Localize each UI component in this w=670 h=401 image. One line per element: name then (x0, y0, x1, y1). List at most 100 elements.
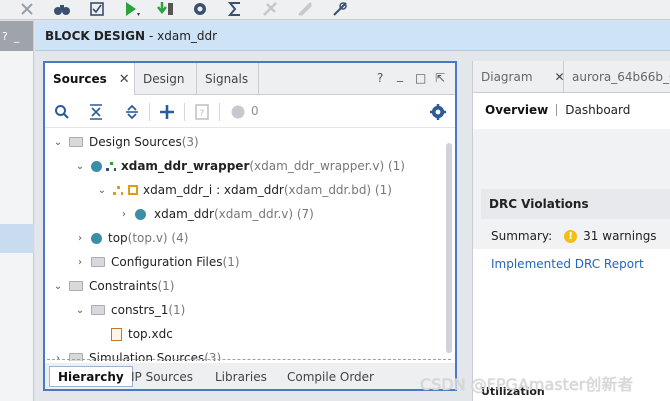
toolbar-divider (184, 103, 185, 121)
tree-meta: (1) (168, 303, 186, 317)
download-bitstream-icon[interactable] (155, 0, 175, 18)
help-icon[interactable]: ? (377, 71, 383, 85)
properties-icon: ? (193, 103, 211, 121)
tree-row-top[interactable]: › top (top.v) (4) (75, 226, 188, 250)
panel-divider (47, 359, 451, 360)
tree-meta: (top.v) (4) (127, 231, 189, 245)
tree-meta: (1) (157, 279, 175, 293)
tab-sources-label: Sources (53, 72, 107, 86)
maximize-icon[interactable]: □ (415, 71, 426, 85)
tree-label: xdam_ddr (154, 207, 214, 221)
scrollbar-thumb[interactable] (446, 143, 452, 353)
chevron-down-icon[interactable]: ⌄ (97, 185, 107, 196)
status-dot-icon (229, 103, 247, 121)
tab-sources[interactable]: Sources ✕ (45, 63, 135, 95)
sources-tab-bar: Sources ✕ Design Signals ? _ □ ⇱ (45, 63, 455, 95)
binoculars-icon[interactable] (52, 0, 72, 18)
tab-ip-sources[interactable]: IP Sources (123, 366, 201, 387)
folder-icon (69, 281, 83, 291)
subtab-overview[interactable]: Overview (485, 103, 548, 117)
tab-compile-order[interactable]: Compile Order (279, 366, 382, 387)
search-icon[interactable] (53, 103, 71, 121)
sources-bottom-tabs: Hierarchy IP Sources Libraries Compile O… (45, 363, 455, 389)
left-strip-header: ? _ (0, 21, 33, 51)
folder-icon (69, 137, 83, 147)
right-tab-bar: Diagram ✕ aurora_64b66b_0 (473, 61, 670, 93)
toolbar-divider (219, 103, 220, 121)
watermark: CSDN @FPGAmaster创新者 (420, 375, 634, 394)
svg-text:?: ? (200, 109, 205, 119)
ip-dot-icon (91, 232, 102, 244)
tree-row-constrs-1[interactable]: ⌄ constrs_1 (1) (75, 298, 186, 322)
tree-row-configuration-files[interactable]: › Configuration Files (1) (75, 250, 240, 274)
tree-row-top-xdc[interactable]: top.xdc (111, 322, 173, 346)
tab-signals-label: Signals (205, 72, 249, 86)
disabled-tool-icon (260, 0, 280, 18)
main-toolbar (0, 0, 670, 20)
tab-hierarchy[interactable]: Hierarchy (49, 366, 133, 387)
tab-libraries[interactable]: Libraries (207, 366, 275, 387)
hierarchy-icon (113, 185, 123, 195)
add-sources-icon[interactable] (158, 103, 176, 121)
tree-meta: (xdam_ddr_wrapper.v) (1) (249, 159, 405, 173)
minimize-icon[interactable]: _ (397, 68, 403, 82)
tree-meta: (xdam_ddr.bd) (1) (283, 183, 392, 197)
debug-probe-icon[interactable] (330, 0, 350, 18)
tab-diagram[interactable]: Diagram ✕ (481, 61, 565, 93)
right-panel: Diagram ✕ aurora_64b66b_0 Overview Dashb… (472, 61, 670, 401)
run-icon[interactable] (121, 0, 143, 18)
settings-gear-icon[interactable] (429, 103, 447, 121)
tab-aurora-label: aurora_64b66b_0 (572, 70, 670, 84)
tree-label: Constraints (89, 279, 158, 293)
tree-label: Configuration Files (111, 255, 223, 269)
tree-row-xdam-ddr-i[interactable]: ⌄ xdam_ddr_i : xdam_ddr (xdam_ddr.bd) (1… (97, 178, 392, 202)
chevron-right-icon[interactable]: › (119, 209, 129, 220)
tree-label: top (108, 231, 128, 245)
toolbar-divider (149, 103, 150, 121)
left-selected-item[interactable] (0, 224, 34, 253)
drc-summary: Summary: ! 31 warnings (491, 229, 657, 243)
chevron-down-icon[interactable]: ⌄ (75, 305, 85, 316)
sources-panel: Sources ✕ Design Signals ? _ □ ⇱ ? 0 ⌄ D… (43, 61, 457, 391)
disabled-edit-icon (295, 0, 315, 18)
tree-label: xdam_ddr_i : xdam_ddr (143, 183, 284, 197)
implemented-drc-report-link[interactable]: Implemented DRC Report (491, 257, 644, 271)
expand-all-icon[interactable] (123, 103, 141, 121)
drc-warnings-count: 31 warnings (583, 229, 657, 243)
vertical-scrollbar[interactable] (444, 133, 452, 357)
drc-summary-label: Summary: (491, 229, 553, 243)
block-design-icon (128, 185, 138, 195)
chevron-right-icon[interactable]: › (75, 233, 85, 244)
gear-icon[interactable] (190, 0, 210, 18)
help-icon[interactable]: ? (2, 30, 8, 43)
folder-icon (91, 305, 105, 315)
tree-label: Design Sources (89, 135, 182, 149)
subtab-divider (556, 104, 558, 116)
tree-row-xdam-ddr-wrapper[interactable]: ⌄ xdam_ddr_wrapper (xdam_ddr_wrapper.v) … (75, 154, 405, 178)
tab-aurora[interactable]: aurora_64b66b_0 (563, 61, 670, 93)
tree-row-design-sources[interactable]: ⌄ Design Sources (3) (53, 130, 199, 154)
tab-design-label: Design (143, 72, 185, 86)
tree-label: constrs_1 (111, 303, 169, 317)
close-tab-icon[interactable]: ✕ (119, 72, 130, 87)
collapse-all-icon[interactable] (87, 103, 105, 121)
tree-row-xdam-ddr[interactable]: › xdam_ddr (xdam_ddr.v) (7) (119, 202, 314, 226)
tree-meta: (1) (222, 255, 240, 269)
sigma-icon[interactable] (225, 0, 245, 18)
chevron-down-icon[interactable]: ⌄ (75, 161, 85, 172)
float-icon[interactable]: ⇱ (435, 71, 445, 85)
chevron-down-icon[interactable]: ⌄ (53, 137, 63, 148)
ip-dot-icon (135, 208, 146, 220)
tree-row-constraints[interactable]: ⌄ Constraints (1) (53, 274, 175, 298)
tree-label: xdam_ddr_wrapper (121, 159, 250, 173)
block-design-name: - xdam_ddr (149, 28, 218, 43)
minimize-icon[interactable]: _ (14, 30, 20, 43)
close-x-icon[interactable] (18, 0, 36, 18)
checklist-icon[interactable] (88, 0, 106, 18)
chevron-right-icon[interactable]: › (75, 257, 85, 268)
subtab-dashboard[interactable]: Dashboard (565, 103, 630, 117)
hierarchy-top-icon (106, 161, 116, 171)
tab-signals[interactable]: Signals (197, 63, 259, 95)
chevron-down-icon[interactable]: ⌄ (53, 281, 63, 292)
tab-design[interactable]: Design (135, 63, 197, 95)
